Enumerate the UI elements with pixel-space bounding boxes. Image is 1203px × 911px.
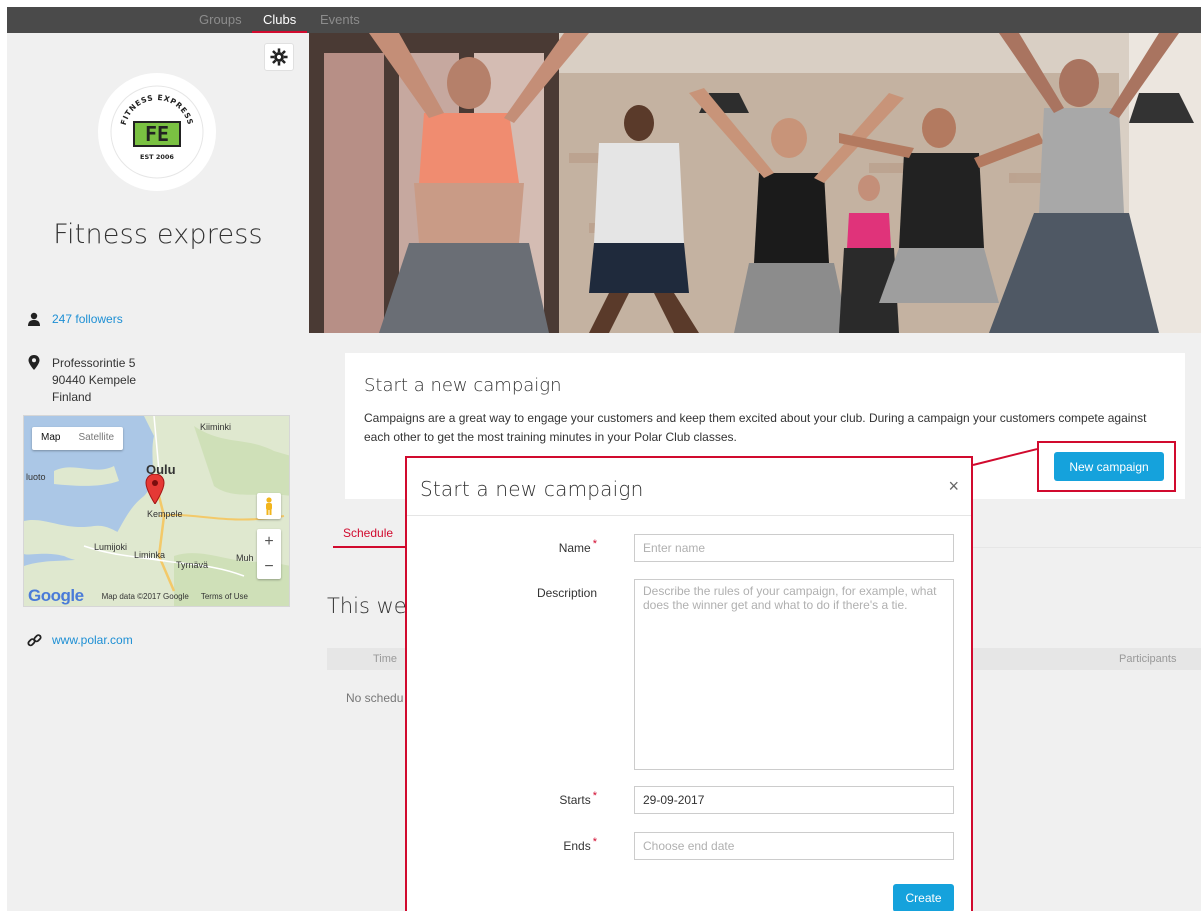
map-footer: Google Map data ©2017 Google Terms of Us… xyxy=(24,586,289,606)
map-label-kempele: Kempele xyxy=(147,509,183,519)
club-name: Fitness express xyxy=(53,219,263,250)
map-label-muhos: Muh xyxy=(236,553,254,563)
new-campaign-modal: Start a new campaign × Name* Description… xyxy=(405,456,973,911)
google-logo: Google xyxy=(28,586,84,605)
map-zoom-control: + − xyxy=(257,529,281,579)
hero-photo xyxy=(309,33,1201,333)
followers-row: 247 followers xyxy=(25,312,123,328)
club-address: Professorintie 5 90440 Kempele Finland xyxy=(52,355,136,406)
street-view-button[interactable] xyxy=(257,493,281,519)
description-label: Description xyxy=(536,586,597,600)
nav-groups[interactable]: Groups xyxy=(199,12,242,27)
starts-label: Starts * xyxy=(407,790,597,807)
modal-title: Start a new campaign xyxy=(420,477,644,501)
settings-button[interactable] xyxy=(264,43,294,71)
club-sidebar: FITNESS EXPRESS FE EST 2006 Fitness expr… xyxy=(7,33,309,733)
club-map[interactable]: Oulu Kempele Liminka Lumijoki Tyrnävä Ki… xyxy=(23,415,290,607)
followers-link[interactable]: 247 followers xyxy=(52,312,123,326)
map-label-lumijoki: Lumijoki xyxy=(94,542,128,552)
name-label: Name * xyxy=(407,538,597,555)
end-date-input[interactable] xyxy=(634,832,954,860)
map-label-hailuoto: luoto xyxy=(26,472,46,482)
person-icon xyxy=(25,312,43,328)
map-type-tabs: Map Satellite xyxy=(32,427,124,450)
map-label-liminka: Liminka xyxy=(134,550,166,560)
nav-events[interactable]: Events xyxy=(320,12,360,27)
svg-text:FE: FE xyxy=(145,122,169,146)
gear-icon xyxy=(270,48,288,66)
zoom-out-button[interactable]: − xyxy=(257,554,281,579)
link-icon xyxy=(25,633,43,649)
modal-header: Start a new campaign × xyxy=(407,458,971,516)
top-nav: Groups Clubs Events xyxy=(7,7,1201,34)
address-country: Finland xyxy=(52,390,92,404)
create-button[interactable]: Create xyxy=(893,884,954,911)
map-data-credit: Map data ©2017 Google xyxy=(101,591,189,601)
map-label-kiiminki: Kiiminki xyxy=(200,422,232,432)
hero-image xyxy=(309,33,1201,333)
club-logo-graphic: FITNESS EXPRESS FE EST 2006 xyxy=(110,85,204,179)
tab-schedule-indicator xyxy=(333,546,405,548)
campaign-description-input[interactable] xyxy=(634,579,954,770)
no-schedule-text: No schedu xyxy=(346,691,404,705)
address-city: 90440 Kempele xyxy=(52,373,137,387)
website-row: www.polar.com xyxy=(25,633,133,649)
name-label-text: Name xyxy=(558,541,591,555)
map-tab-map[interactable]: Map xyxy=(32,427,69,450)
map-terms-link[interactable]: Terms of Use xyxy=(201,592,248,601)
pegman-icon xyxy=(266,497,272,515)
map-marker-icon[interactable] xyxy=(145,474,165,504)
starts-label-text: Starts xyxy=(559,793,591,807)
ends-label: Ends * xyxy=(407,836,597,853)
website-link[interactable]: www.polar.com xyxy=(52,633,133,647)
required-marker: * xyxy=(592,538,597,550)
column-time: Time xyxy=(373,653,398,665)
address-street: Professorintie 5 xyxy=(52,356,136,370)
column-participants: Participants xyxy=(1119,653,1177,665)
app-frame: Groups Clubs Events FITNESS EXPRESS FE E… xyxy=(7,7,1201,911)
close-icon[interactable]: × xyxy=(948,476,959,497)
map-pin-icon xyxy=(25,355,43,371)
address-row: Professorintie 5 90440 Kempele Finland xyxy=(25,355,136,406)
start-date-input[interactable] xyxy=(634,786,954,814)
campaign-name-input[interactable] xyxy=(634,534,954,562)
required-marker: * xyxy=(592,836,597,848)
zoom-in-button[interactable]: + xyxy=(257,529,281,554)
map-label-tyrnava: Tyrnävä xyxy=(176,560,209,570)
map-tab-satellite[interactable]: Satellite xyxy=(69,427,123,450)
new-campaign-button[interactable]: New campaign xyxy=(1054,452,1164,481)
nav-clubs[interactable]: Clubs xyxy=(263,12,296,27)
ends-label-text: Ends xyxy=(563,839,591,853)
campaign-card-title: Start a new campaign xyxy=(364,375,562,396)
svg-text:EST 2006: EST 2006 xyxy=(140,153,174,161)
required-marker: * xyxy=(592,790,597,802)
club-logo: FITNESS EXPRESS FE EST 2006 xyxy=(98,73,216,191)
